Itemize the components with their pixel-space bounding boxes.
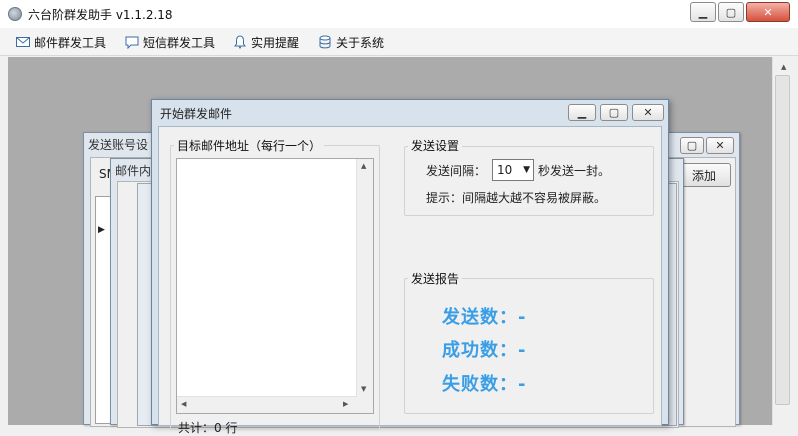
dialog-title: 开始群发邮件	[160, 107, 233, 121]
menu-mail-tool-label: 邮件群发工具	[34, 35, 107, 50]
success-count: 成功数：-	[442, 340, 527, 361]
target-list-vscroll[interactable]: ▲ ▼	[356, 159, 373, 413]
mail-icon	[16, 35, 30, 49]
app-title: 六台阶群发助手 v1.1.2.18	[28, 8, 173, 22]
maximize-button[interactable]: ▢	[718, 2, 744, 22]
row-pointer-icon: ▶	[98, 225, 105, 235]
close-button[interactable]: ✕	[746, 2, 790, 22]
menu-sms-tool[interactable]: 短信群发工具	[125, 33, 215, 51]
interval-label: 发送间隔：	[426, 164, 487, 178]
account-settings-restore-button[interactable]: ▢	[680, 137, 704, 154]
add-account-label: 添加	[691, 168, 716, 183]
database-icon	[318, 35, 332, 49]
dialog-minimize-button[interactable]: ▁	[568, 104, 596, 121]
scroll-up-icon[interactable]: ▲	[781, 63, 786, 71]
minimize-icon: ▁	[577, 106, 587, 119]
interval-hint: 提示：间隔越大越不容易被屏蔽。	[426, 191, 607, 205]
menu-bar: 邮件群发工具 短信群发工具 实用提醒 关于系统	[0, 28, 798, 56]
chat-bubble-icon	[125, 35, 139, 49]
start-bulk-mail-dialog[interactable]: 开始群发邮件 ▁ ▢ ✕ 目标邮件地址（每行一个） ▲ ▼ ◀ ▶ 共计：0 行…	[151, 99, 669, 435]
target-list-hscroll[interactable]: ◀ ▶	[177, 396, 357, 413]
send-report-label: 发送报告	[408, 270, 463, 287]
close-icon: ✕	[643, 106, 653, 119]
restore-icon: ▢	[686, 139, 698, 152]
menu-mail-tool[interactable]: 邮件群发工具	[16, 33, 106, 51]
workspace-scroll-thumb[interactable]	[775, 75, 790, 405]
menu-reminder-label: 实用提醒	[251, 35, 300, 50]
maximize-icon: ▢	[608, 106, 620, 119]
sent-count: 发送数：-	[442, 307, 527, 328]
scroll-up-icon[interactable]: ▲	[361, 162, 366, 170]
menu-about[interactable]: 关于系统	[318, 33, 384, 51]
interval-suffix: 秒发送一封。	[538, 164, 611, 178]
targets-label: 目标邮件地址（每行一个）	[174, 137, 325, 154]
close-icon: ✕	[715, 139, 725, 152]
failed-count: 失败数：-	[442, 374, 527, 395]
target-count: 共计：0 行	[178, 421, 238, 435]
interval-value: 10	[497, 163, 513, 177]
target-emails-textarea[interactable]: ▲ ▼ ◀ ▶	[176, 158, 374, 414]
maximize-icon: ▢	[725, 5, 737, 19]
close-icon: ✕	[763, 5, 773, 19]
mail-content-title: 邮件内	[115, 164, 152, 178]
dialog-close-button[interactable]: ✕	[632, 104, 664, 121]
bell-icon	[233, 35, 247, 49]
scroll-left-icon[interactable]: ◀	[181, 400, 186, 408]
minimize-icon: ▁	[698, 5, 708, 19]
account-settings-close-button[interactable]: ✕	[706, 137, 734, 154]
chevron-down-icon: ▼	[523, 165, 530, 175]
interval-select[interactable]: 10 ▼	[492, 159, 534, 181]
menu-sms-tool-label: 短信群发工具	[143, 35, 216, 50]
scroll-right-icon[interactable]: ▶	[343, 400, 348, 408]
account-settings-title: 发送账号设	[88, 138, 149, 152]
send-settings-label: 发送设置	[408, 137, 463, 154]
minimize-button[interactable]: ▁	[690, 2, 716, 22]
scroll-down-icon[interactable]: ▼	[361, 385, 366, 393]
add-account-button[interactable]: 添加	[677, 163, 731, 187]
menu-reminder[interactable]: 实用提醒	[233, 33, 299, 51]
app-logo-icon	[8, 7, 22, 21]
main-title-bar: 六台阶群发助手 v1.1.2.18 ▁ ▢ ✕	[0, 0, 798, 28]
menu-about-label: 关于系统	[336, 35, 385, 50]
dialog-maximize-button[interactable]: ▢	[600, 104, 628, 121]
